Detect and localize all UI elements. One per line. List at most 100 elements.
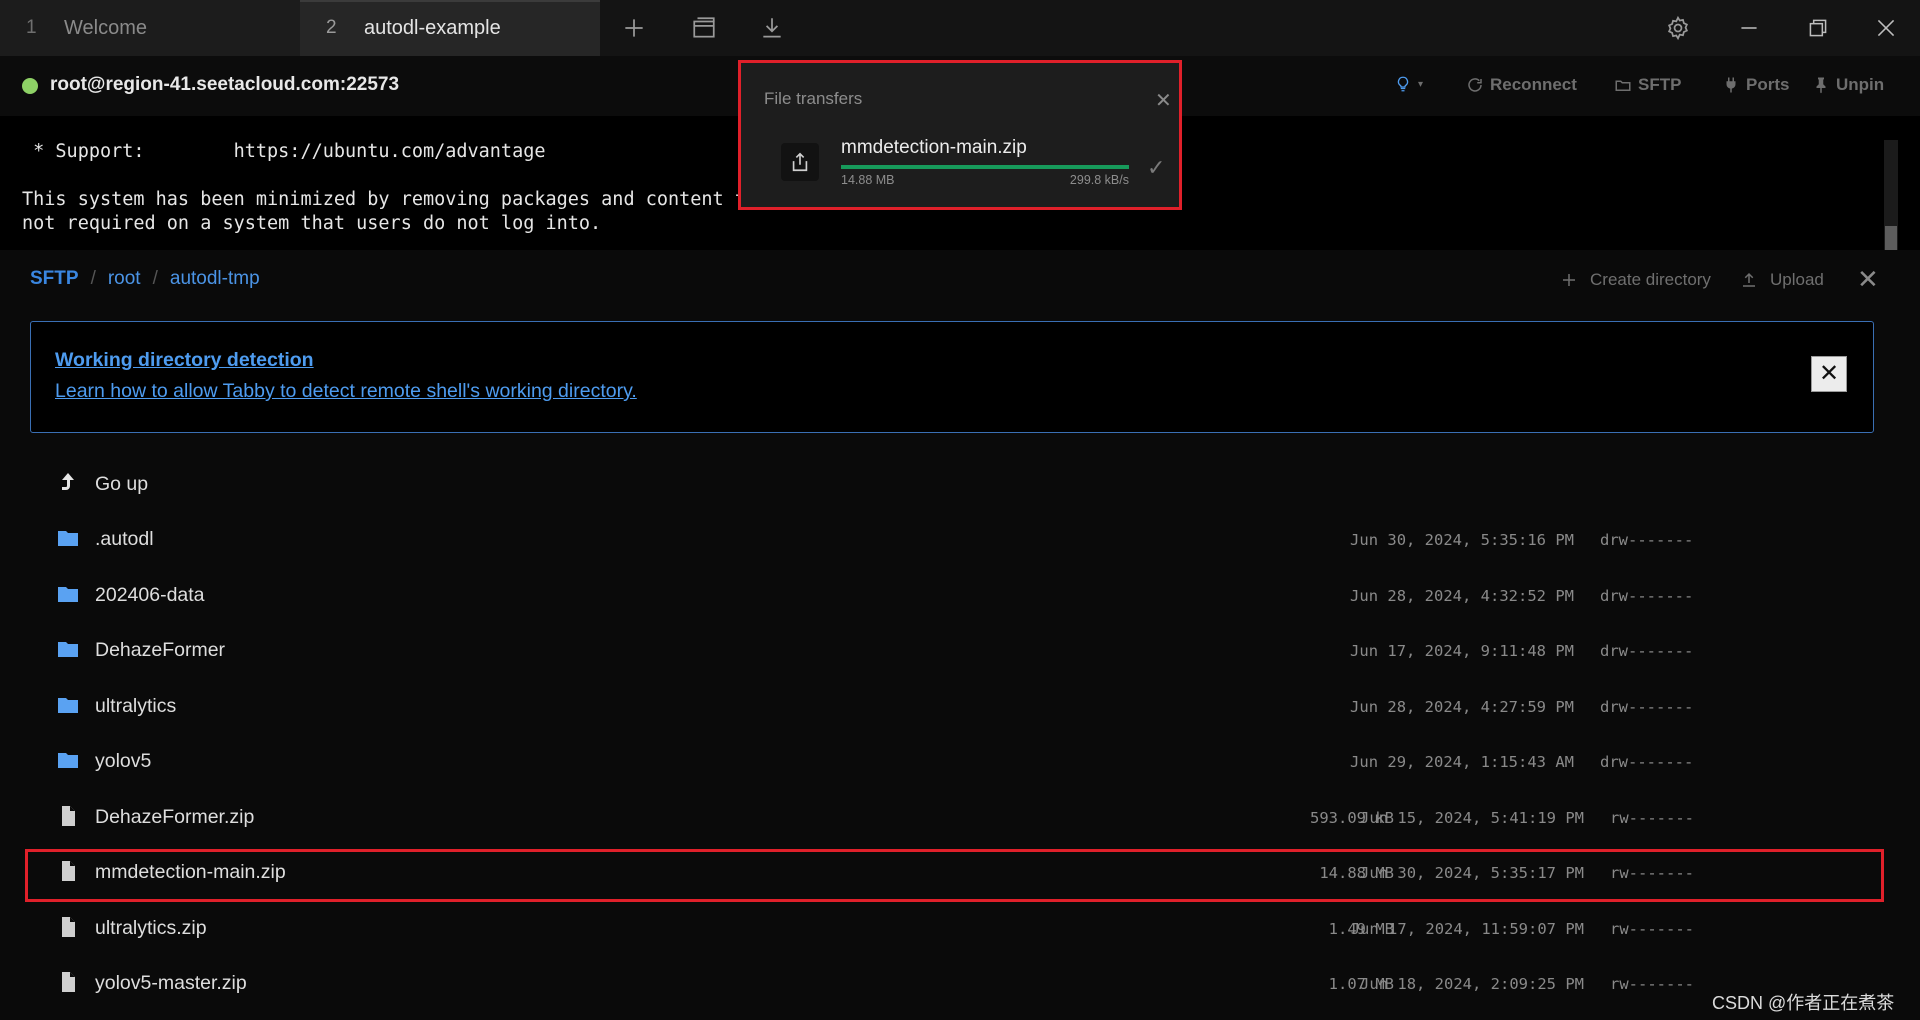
ports-label: Ports (1746, 75, 1790, 94)
folder-open-icon (1615, 80, 1631, 91)
folder-icon (58, 753, 78, 768)
file-date: Jun 28, 2024, 4:27:59 PM (1350, 698, 1574, 716)
watermark: CSDN @作者正在煮茶 (1712, 993, 1895, 1013)
file-date: Jun 28, 2024, 4:32:52 PM (1350, 587, 1574, 605)
tab-number: 2 (326, 17, 337, 38)
working-directory-banner: Working directory detection Learn how to… (30, 321, 1874, 433)
file-name: 202406-data (95, 584, 205, 606)
gear-icon[interactable] (1664, 14, 1692, 42)
unpin-label: Unpin (1836, 75, 1885, 94)
file-mode: drw------- (1600, 587, 1694, 605)
arrow-up-icon (62, 473, 74, 490)
upload-icon (1743, 272, 1755, 287)
folder-icon (58, 531, 78, 546)
breadcrumb-separator: / (90, 268, 96, 289)
file-date: Jun 29, 2024, 1:15:43 AM (1350, 753, 1574, 771)
file-date: Jun 17, 2024, 9:11:48 PM (1350, 642, 1574, 660)
connection-status-indicator (22, 78, 38, 94)
go-up-label: Go up (95, 473, 149, 495)
file-mode: rw------- (1610, 975, 1694, 993)
file-transfers-popup: File transfers ✕ mmdetection-main.zip 14… (738, 60, 1182, 210)
file-name: DehazeFormer.zip (95, 806, 255, 828)
bulb-icon[interactable]: ▾ (1394, 75, 1423, 93)
breadcrumb-root[interactable]: root (108, 268, 141, 290)
folder-icon (58, 587, 78, 602)
download-icon[interactable] (758, 14, 786, 42)
create-directory-label: Create directory (1590, 270, 1711, 289)
share-upload-icon (781, 143, 819, 181)
folder-row[interactable]: ultralytics Jun 28, 2024, 4:27:59 PM drw… (30, 681, 1874, 733)
file-name: yolov5-master.zip (95, 972, 247, 994)
plus-icon[interactable] (620, 14, 648, 42)
upload-label: Upload (1770, 270, 1824, 289)
tab-label: Welcome (64, 16, 147, 39)
connection-host: root@region-41.seetacloud.com:22573 (50, 74, 400, 95)
reconnect-button[interactable]: Reconnect (1466, 75, 1577, 95)
folder-icon (58, 642, 78, 657)
file-icon (62, 972, 75, 992)
banner-title-link[interactable]: Working directory detection (55, 349, 314, 372)
file-name: .autodl (95, 528, 154, 550)
sftp-button[interactable]: SFTP (1614, 75, 1681, 95)
folder-row[interactable]: DehazeFormer Jun 17, 2024, 9:11:48 PM dr… (30, 625, 1874, 677)
breadcrumb-sftp[interactable]: SFTP (30, 268, 79, 290)
file-date: Jun 30, 2024, 5:35:16 PM (1350, 531, 1574, 549)
banner-close-button[interactable]: ✕ (1811, 356, 1847, 392)
file-date: Jun 15, 2024, 5:41:19 PM (1360, 809, 1584, 827)
tab-welcome[interactable]: 1 Welcome (0, 0, 300, 56)
file-name: DehazeFormer (95, 639, 226, 661)
plus-icon (1563, 274, 1575, 286)
file-row[interactable]: yolov5-master.zip 1.07 MB Jun 18, 2024, … (30, 958, 1874, 1010)
minimize-icon[interactable] (1735, 14, 1763, 42)
breadcrumb-separator: / (152, 268, 158, 289)
breadcrumb: SFTP / root / autodl-tmp (30, 268, 260, 290)
file-row[interactable]: ultralytics.zip 1.49 MB Jun 17, 2024, 11… (30, 903, 1874, 955)
folder-row[interactable]: .autodl Jun 30, 2024, 5:35:16 PM drw----… (30, 514, 1874, 566)
file-mode: drw------- (1600, 531, 1694, 549)
breadcrumb-autodl-tmp[interactable]: autodl-tmp (170, 268, 260, 290)
file-name: ultralytics.zip (95, 917, 207, 939)
check-icon: ✓ (1147, 155, 1166, 180)
tab-autodl-example[interactable]: 2 autodl-example (300, 0, 600, 56)
tab-number: 1 (26, 17, 37, 38)
folder-row[interactable]: yolov5 Jun 29, 2024, 1:15:43 AM drw-----… (30, 736, 1874, 788)
file-mode: drw------- (1600, 753, 1694, 771)
file-mode: drw------- (1600, 642, 1694, 660)
file-mode: rw------- (1610, 920, 1694, 938)
file-date: Jun 17, 2024, 11:59:07 PM (1350, 920, 1584, 938)
window-icon[interactable] (690, 14, 718, 42)
create-directory-button[interactable]: Create directory (1560, 270, 1711, 290)
tab-label: autodl-example (364, 16, 501, 39)
tab-bar: 1 Welcome 2 autodl-example (0, 0, 1920, 56)
ports-button[interactable]: Ports (1722, 75, 1789, 95)
file-mode: rw------- (1610, 809, 1694, 827)
reconnect-label: Reconnect (1490, 75, 1577, 94)
file-icon (62, 917, 75, 937)
go-up-row[interactable]: Go up (30, 459, 1874, 511)
terminal-line: not required on a system that users do n… (22, 213, 602, 234)
banner-learn-link[interactable]: Learn how to allow Tabby to detect remot… (55, 380, 637, 403)
file-name: ultralytics (95, 695, 177, 717)
terminal-line: This system has been minimized by removi… (22, 189, 746, 210)
unpin-button[interactable]: Unpin (1812, 75, 1884, 95)
file-icon (62, 806, 75, 826)
file-row[interactable]: DehazeFormer.zip 593.09 kB Jun 15, 2024,… (30, 792, 1874, 844)
sftp-label: SFTP (1638, 75, 1682, 94)
upload-button[interactable]: Upload (1740, 270, 1824, 290)
sftp-close-icon[interactable]: ✕ (1857, 266, 1879, 292)
terminal-scrollbar[interactable] (1884, 140, 1898, 250)
file-date: Jun 18, 2024, 2:09:25 PM (1360, 975, 1584, 993)
file-transfers-title: File transfers (764, 89, 863, 108)
scrollbar-thumb[interactable] (1885, 226, 1897, 250)
transfer-progress-bar (841, 165, 1129, 169)
reconnect-icon (1468, 78, 1482, 92)
pin-icon (1816, 77, 1826, 94)
file-name: yolov5 (95, 750, 152, 772)
restore-icon[interactable] (1804, 14, 1832, 42)
terminal-line: * Support: https://ubuntu.com/advantage (22, 141, 546, 162)
transfer-progress-fill (841, 165, 1129, 169)
folder-row[interactable]: 202406-data Jun 28, 2024, 4:32:52 PM drw… (30, 570, 1874, 622)
transfer-file-name: mmdetection-main.zip (841, 137, 1027, 158)
close-icon[interactable] (1872, 14, 1900, 42)
close-icon[interactable]: ✕ (1155, 91, 1172, 111)
